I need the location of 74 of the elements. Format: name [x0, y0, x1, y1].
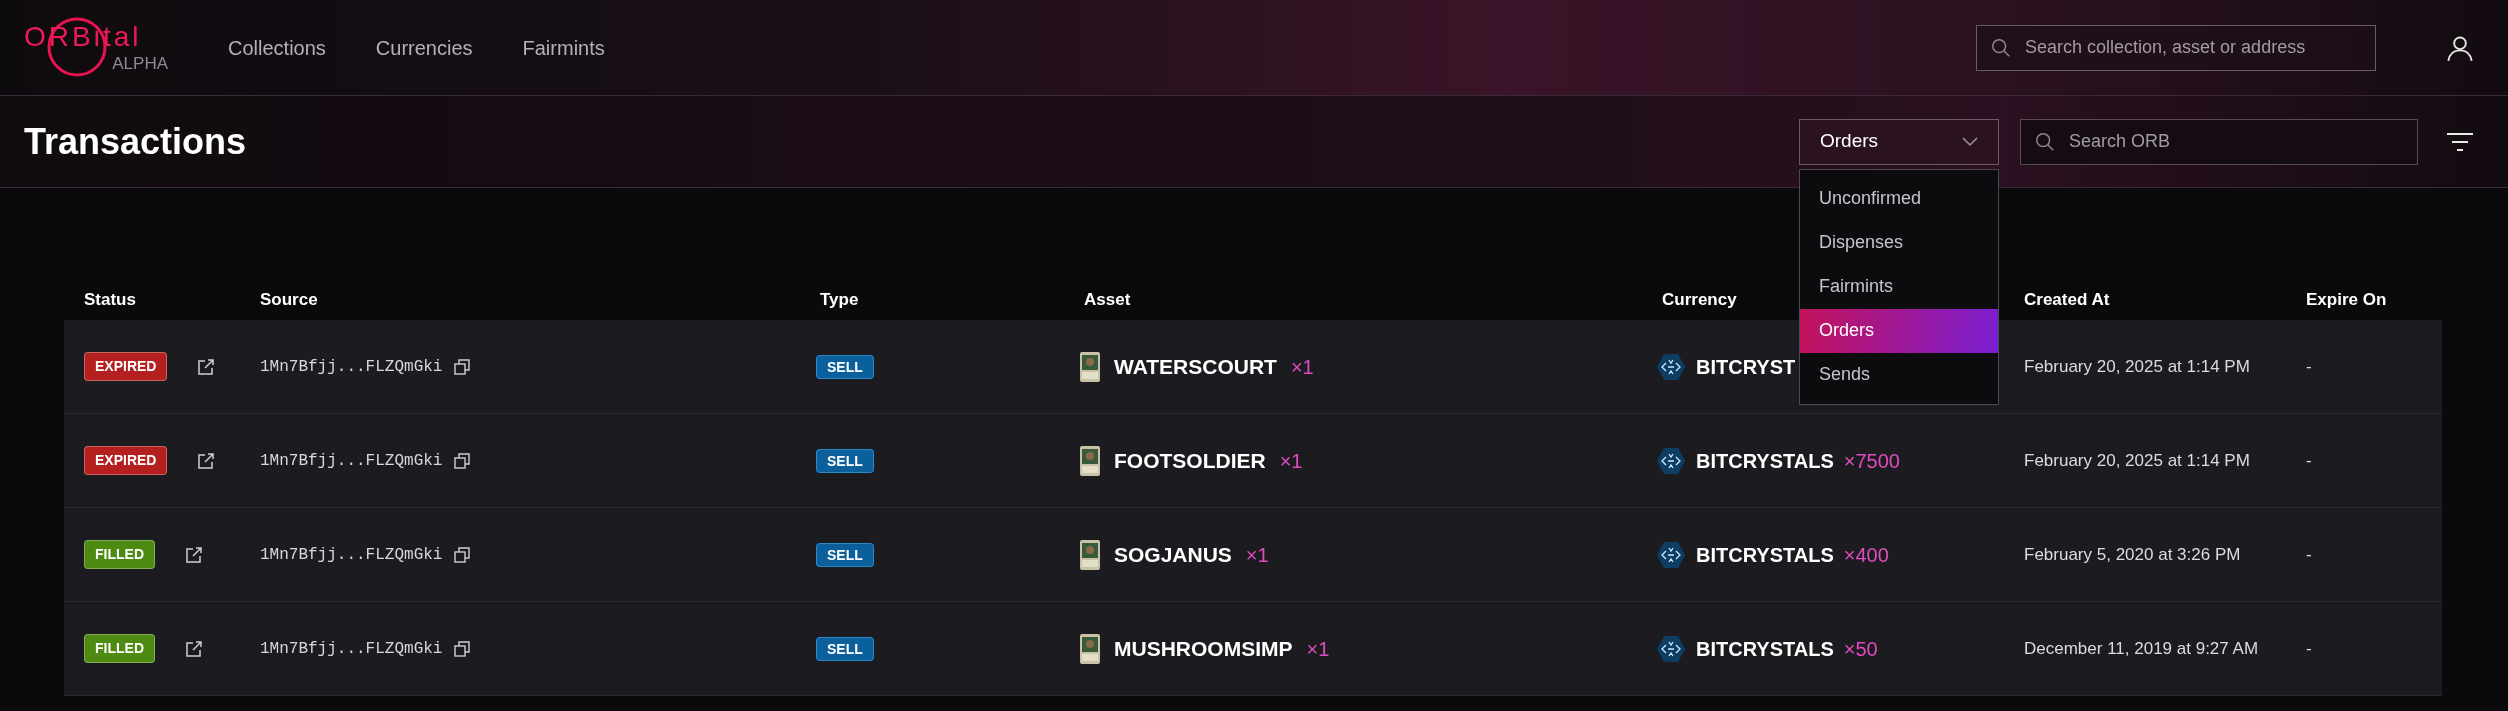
currency-name[interactable]: BITCRYSTALS	[1696, 633, 1834, 664]
created-date: February 5, 2020 at 3:26 PM	[2023, 543, 2242, 566]
global-search-field[interactable]: Search collection, asset or address	[1976, 24, 2376, 71]
asset-name[interactable]: SOGJANUS	[1114, 538, 1232, 571]
nav-link[interactable]: Collections	[228, 32, 326, 63]
nav-link[interactable]: Fairmints	[522, 32, 605, 63]
logo-tag: ALPHA	[112, 55, 168, 72]
source-address: 1Mn7Bfjj...FLZQmGki	[260, 638, 443, 660]
column-header: Type	[819, 289, 860, 312]
crystal-coin-icon	[1656, 539, 1686, 570]
menu-item[interactable]: Dispenses	[1800, 220, 1998, 265]
nav-link[interactable]: Currencies	[375, 32, 473, 63]
asset-quantity: ×1	[1290, 354, 1314, 380]
copy-icon[interactable]	[454, 452, 471, 469]
source-address: 1Mn7Bfjj...FLZQmGki	[260, 544, 443, 566]
chevron-down-icon	[1962, 136, 1978, 147]
type-badge: SELL	[816, 448, 874, 473]
menu-item[interactable]: Unconfirmed	[1800, 176, 1998, 221]
created-date: December 11, 2019 at 9:27 AM	[2023, 637, 2260, 660]
column-header: Asset	[1083, 289, 1132, 312]
currency-quantity: ×7500	[1843, 448, 1900, 474]
table-row[interactable]: EXPIRED 1Mn7Bfjj...FLZQmGki SELL FOOTSOLDIER ×1 BITCRYSTALS ×7500 February 20, 2025 at 1:14 PM -	[64, 414, 2442, 508]
crystal-coin-icon	[1656, 445, 1686, 476]
column-header: Status	[83, 289, 137, 312]
currency-quantity: ×50	[1843, 636, 1878, 662]
type-badge: SELL	[816, 354, 874, 379]
copy-icon[interactable]	[454, 358, 471, 375]
column-header: Created At	[2023, 289, 2111, 312]
menu-item[interactable]: Sends	[1800, 352, 1998, 397]
copy-icon[interactable]	[454, 546, 471, 563]
asset-quantity: ×1	[1245, 542, 1269, 568]
expire-date: -	[2305, 543, 2313, 566]
external-link-icon[interactable]	[197, 357, 216, 376]
copy-icon[interactable]	[454, 640, 471, 657]
search-icon	[2034, 130, 2056, 153]
expire-date: -	[2305, 355, 2313, 378]
asset-quantity: ×1	[1279, 448, 1303, 474]
table-row[interactable]: FILLED 1Mn7Bfjj...FLZQmGki SELL SOGJANUS ×1 BITCRYSTALS ×400 February 5, 2020 at 3:26 PM -	[64, 508, 2442, 602]
search-icon	[1990, 36, 2012, 59]
filter-icon[interactable]	[2446, 131, 2474, 152]
status-badge: FILLED	[84, 634, 155, 663]
status-badge: EXPIRED	[84, 352, 168, 381]
status-badge: EXPIRED	[84, 446, 168, 475]
created-date: February 20, 2025 at 1:14 PM	[2023, 355, 2251, 378]
crystal-coin-icon	[1656, 633, 1686, 664]
asset-name[interactable]: WATERSCOURT	[1114, 350, 1277, 383]
column-header: Currency	[1661, 289, 1738, 312]
expire-date: -	[2305, 449, 2313, 472]
crystal-coin-icon	[1656, 351, 1686, 382]
external-link-icon[interactable]	[197, 451, 216, 470]
asset-name[interactable]: FOOTSOLDIER	[1114, 444, 1266, 477]
column-header: Source	[259, 289, 319, 312]
currency-name[interactable]: BITCRYST	[1696, 351, 1796, 382]
status-badge: FILLED	[84, 540, 155, 569]
orb-search-field[interactable]: Search ORB	[2020, 118, 2418, 165]
type-dropdown[interactable]: Orders	[1799, 118, 1999, 165]
expire-date: -	[2305, 637, 2313, 660]
type-badge: SELL	[816, 542, 874, 567]
created-date: February 20, 2025 at 1:14 PM	[2023, 449, 2251, 472]
asset-quantity: ×1	[1306, 636, 1330, 662]
menu-item[interactable]: Orders	[1800, 308, 1998, 353]
column-header: Expire On	[2305, 289, 2388, 312]
source-address: 1Mn7Bfjj...FLZQmGki	[260, 450, 443, 472]
table-row[interactable]: FILLED 1Mn7Bfjj...FLZQmGki SELL MUSHROOMSIMP ×1 BITCRYSTALS ×50 December 11, 2019 at 9:27 AM -	[64, 602, 2442, 696]
page-title: Transactions	[24, 119, 247, 164]
source-address: 1Mn7Bfjj...FLZQmGki	[260, 356, 443, 378]
currency-name[interactable]: BITCRYSTALS	[1696, 445, 1834, 476]
external-link-icon[interactable]	[185, 639, 203, 658]
menu-item[interactable]: Fairmints	[1800, 264, 1998, 309]
currency-quantity: ×400	[1843, 542, 1889, 568]
asset-name[interactable]: MUSHROOMSIMP	[1114, 632, 1293, 665]
external-link-icon[interactable]	[185, 545, 203, 564]
type-badge: SELL	[816, 636, 874, 661]
currency-name[interactable]: BITCRYSTALS	[1696, 539, 1834, 570]
